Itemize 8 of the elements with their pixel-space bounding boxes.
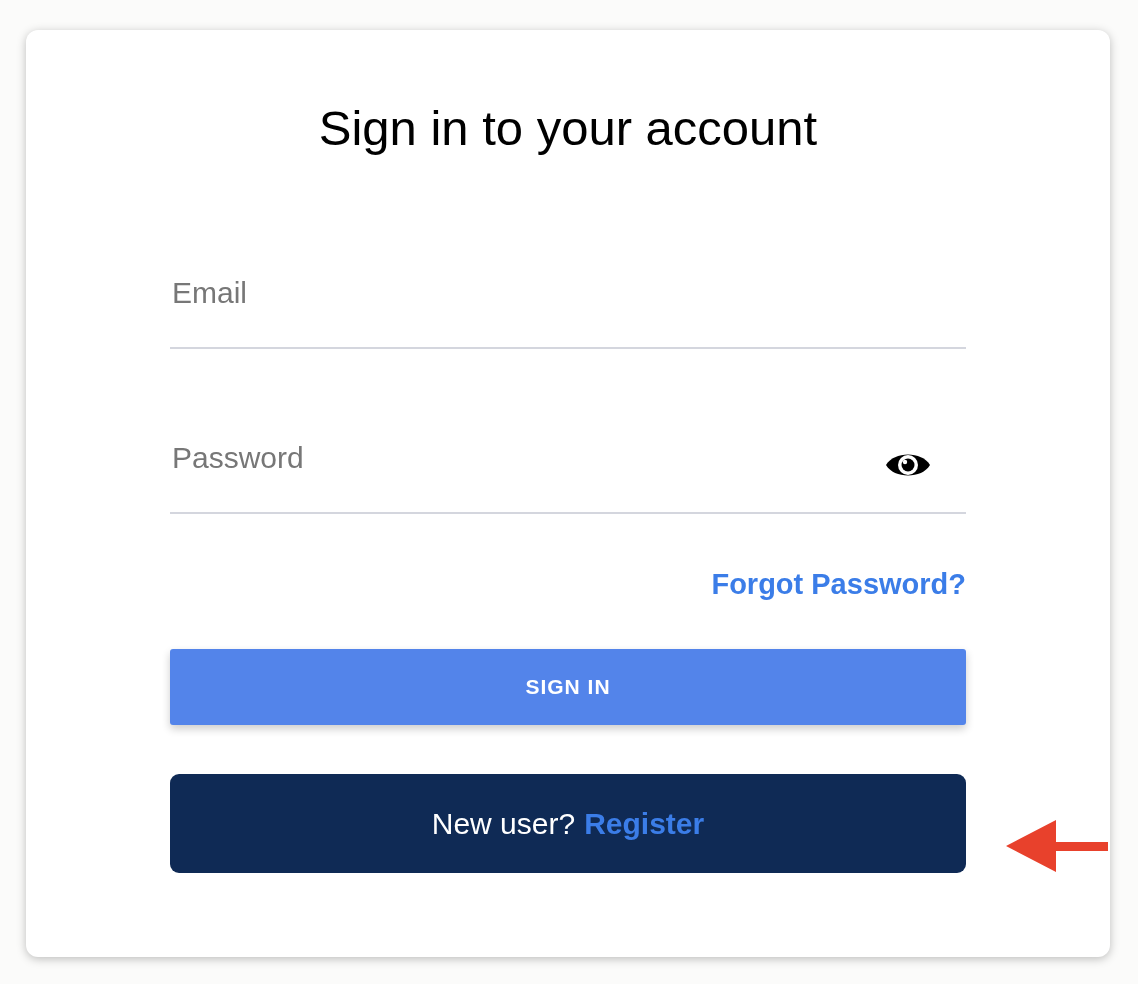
new-user-prompt: New user?: [431, 806, 576, 841]
arrow-icon: [1006, 820, 1108, 872]
sign-in-button[interactable]: SIGN IN: [170, 649, 966, 725]
email-field[interactable]: Email: [170, 268, 966, 317]
page-title: Sign in to your account: [317, 100, 819, 156]
forgot-password-link[interactable]: Forgot Password?: [711, 568, 966, 601]
register-link[interactable]: Register: [584, 806, 705, 841]
password-field[interactable]: Password: [170, 433, 884, 482]
